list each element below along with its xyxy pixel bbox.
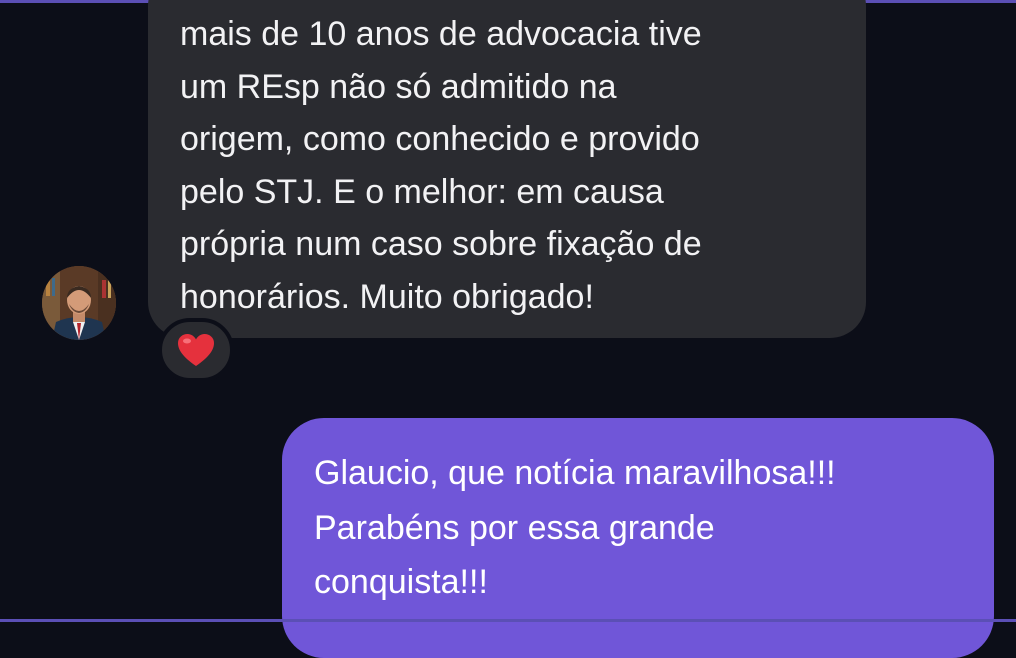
outgoing-message-line: conquista!!! [314,563,488,601]
incoming-message-line: origem, como conhecido e provido [180,120,700,158]
user-avatar-icon [42,266,116,340]
outgoing-message-line: Parabéns por essa grande [314,508,715,547]
outgoing-message-line: Glaucio, que notícia maravilhosa!!! [314,454,836,492]
incoming-message-line: um REsp não só admitido na [180,67,617,106]
sender-avatar[interactable] [42,266,116,340]
heart-reaction[interactable] [158,318,234,382]
heart-icon [178,334,214,366]
incoming-message-line: mais de 10 anos de advocacia tive [180,15,702,53]
incoming-message-text: mais de 10 anos de advocacia tive um REs… [180,8,702,323]
incoming-message-line: pelo STJ. E o melhor: em causa [180,172,664,211]
incoming-message-line: honorários. Muito obrigado! [180,277,594,316]
incoming-message-line: própria num caso sobre fixação de [180,225,702,263]
outgoing-message-text: Glaucio, que notícia maravilhosa!!! Para… [314,446,836,610]
